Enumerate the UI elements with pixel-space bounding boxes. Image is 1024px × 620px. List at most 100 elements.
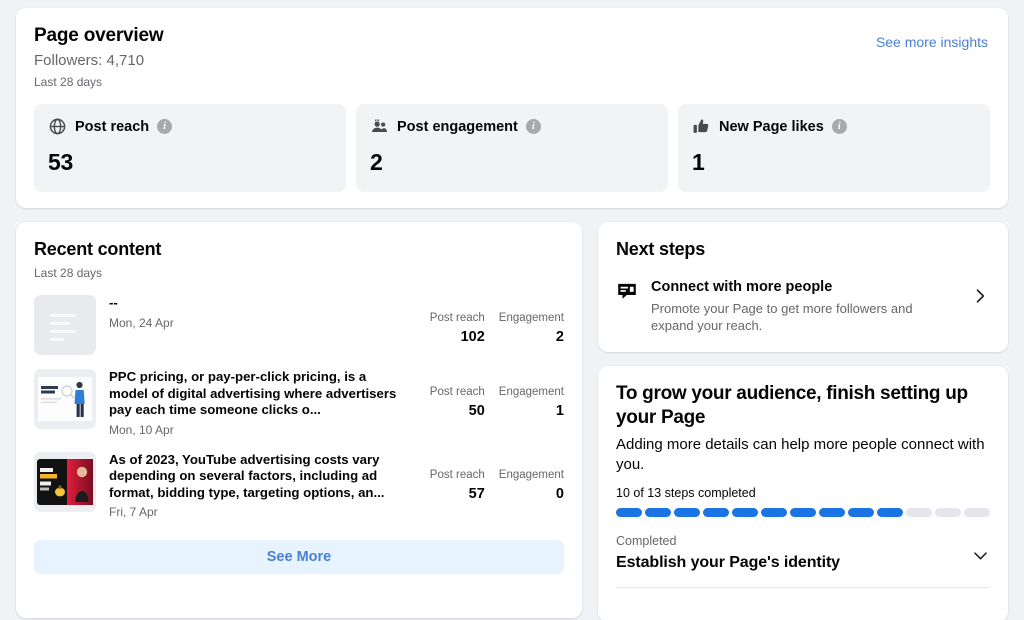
progress-segment: [703, 508, 729, 517]
recent-content-period: Last 28 days: [34, 266, 103, 280]
page-root: Page overview Followers: 4,710 Last 28 d…: [0, 0, 1024, 620]
stat-label: Engagement: [498, 312, 564, 324]
post-date: Fri, 7 Apr: [109, 505, 158, 519]
stat-value: 0: [555, 485, 564, 502]
post-thumbnail-ppc: [34, 369, 96, 429]
ad-bubble-icon: [616, 278, 638, 307]
progress-segment: [848, 508, 874, 517]
post-stats: Post reach 102 Engagement 2: [429, 295, 564, 346]
globe-icon: [48, 117, 67, 136]
completed-step-text: Completed Establish your Page's identity: [616, 533, 971, 573]
post-date: Mon, 24 Apr: [109, 315, 174, 330]
left-column: Recent content Last 28 days -- Mon, 24 A…: [16, 222, 582, 618]
progress-segment: [761, 508, 787, 517]
post-body: As of 2023, YouTube advertising costs va…: [109, 452, 416, 521]
stat-value: 50: [468, 403, 485, 419]
post-stats: Post reach 50 Engagement 1: [429, 369, 564, 420]
post-row[interactable]: As of 2023, YouTube advertising costs va…: [34, 451, 564, 521]
next-step-item-connect-with-more-people[interactable]: Connect with more people Promote your Pa…: [616, 278, 990, 334]
people-icon: [370, 117, 389, 136]
post-text: As of 2023, YouTube advertising costs va…: [109, 451, 385, 500]
metric-label: Post engagement: [397, 118, 518, 135]
post-text: PPC pricing, or pay-per-click pricing, i…: [109, 369, 397, 417]
stat-label: Engagement: [498, 386, 564, 398]
section-divider: [616, 587, 990, 588]
stat-label: Engagement: [498, 468, 564, 481]
overview-period: Last 28 days: [34, 75, 103, 89]
post-text: --: [109, 295, 118, 310]
stat-value: 2: [555, 329, 564, 345]
progress-segment: [906, 508, 932, 517]
grow-audience-description: Adding more details can help more people…: [616, 436, 985, 473]
post-body: PPC pricing, or pay-per-click pricing, i…: [109, 369, 416, 438]
progress-segment: [645, 508, 671, 517]
post-reach-stat: Post reach 57: [429, 468, 485, 503]
stat-label: Post reach: [429, 468, 485, 481]
progress-segment: [674, 508, 700, 517]
see-more-button[interactable]: See More: [34, 540, 564, 574]
next-steps-title: Next steps: [616, 239, 706, 259]
recent-content-card: Recent content Last 28 days -- Mon, 24 A…: [16, 222, 582, 618]
metric-card-new-page-likes[interactable]: New Page likes i 1: [678, 104, 990, 192]
metric-value: 2: [370, 149, 383, 175]
info-icon[interactable]: i: [157, 119, 173, 134]
progress-segment: [964, 508, 990, 517]
post-stats: Post reach 57 Engagement 0: [429, 452, 564, 503]
completed-step-title: Establish your Page's identity: [616, 554, 840, 571]
metric-header: New Page likes i: [692, 117, 976, 136]
youtube-cost-image: [34, 451, 96, 512]
page-title: Page overview: [34, 25, 164, 46]
metric-card-post-engagement[interactable]: Post engagement i 2: [356, 104, 668, 192]
document-lines-icon: [50, 314, 76, 341]
next-step-description: Promote your Page to get more followers …: [651, 301, 913, 333]
grow-audience-title: To grow your audience, finish setting up…: [616, 383, 968, 428]
recent-content-title: Recent content: [34, 239, 162, 259]
metric-label: Post reach: [75, 118, 150, 135]
stat-label: Post reach: [429, 386, 485, 398]
post-date: Mon, 10 Apr: [109, 422, 174, 437]
post-thumbnail-youtube: [34, 451, 96, 512]
metric-cards: Post reach i 53 Post engagement i 2 New …: [34, 104, 990, 192]
info-icon[interactable]: i: [525, 119, 541, 134]
next-step-body: Connect with more people Promote your Pa…: [651, 278, 957, 334]
completed-label: Completed: [616, 534, 677, 548]
progress-segment: [616, 508, 642, 517]
steps-completed-text: 10 of 13 steps completed: [616, 486, 756, 500]
completed-step-row[interactable]: Completed Establish your Page's identity: [616, 533, 990, 573]
progress-segment: [935, 508, 961, 517]
info-icon[interactable]: i: [831, 119, 847, 134]
metric-header: Post reach i: [48, 117, 332, 136]
post-thumbnail-placeholder: [34, 295, 96, 355]
next-steps-card: Next steps Connect with more people Prom…: [598, 222, 1008, 352]
thumbs-up-icon: [692, 117, 711, 136]
progress-segment: [732, 508, 758, 517]
post-engagement-stat: Engagement 1: [499, 385, 564, 420]
post-engagement-stat: Engagement 0: [499, 468, 564, 503]
progress-segment: [877, 508, 903, 517]
post-reach-stat: Post reach 102: [429, 311, 485, 346]
chevron-down-icon[interactable]: [971, 533, 990, 570]
post-row[interactable]: PPC pricing, or pay-per-click pricing, i…: [34, 369, 564, 438]
metric-card-post-reach[interactable]: Post reach i 53: [34, 104, 346, 192]
post-body: -- Mon, 24 Apr: [109, 295, 416, 331]
stat-value: 102: [460, 329, 485, 345]
lower-columns: Recent content Last 28 days -- Mon, 24 A…: [16, 222, 1008, 620]
setup-progress-bar: [616, 508, 990, 517]
right-column: Next steps Connect with more people Prom…: [598, 222, 1008, 620]
see-more-insights-link[interactable]: See more insights: [876, 34, 988, 50]
post-engagement-stat: Engagement 2: [499, 311, 564, 346]
post-reach-stat: Post reach 50: [429, 385, 485, 420]
stat-value: 1: [555, 403, 564, 419]
progress-segment: [819, 508, 845, 517]
next-step-title: Connect with more people: [651, 279, 833, 295]
chevron-right-icon[interactable]: [970, 278, 990, 311]
metric-header: Post engagement i: [370, 117, 654, 136]
ppc-article-image: [34, 369, 96, 429]
post-row[interactable]: -- Mon, 24 Apr Post reach 102 Engagement…: [34, 295, 564, 355]
progress-segment: [790, 508, 816, 517]
stat-label: Post reach: [429, 312, 485, 324]
metric-value: 1: [692, 149, 705, 175]
stat-value: 57: [468, 485, 485, 502]
grow-audience-card: To grow your audience, finish setting up…: [598, 366, 1008, 620]
followers-count: Followers: 4,710: [34, 52, 145, 69]
